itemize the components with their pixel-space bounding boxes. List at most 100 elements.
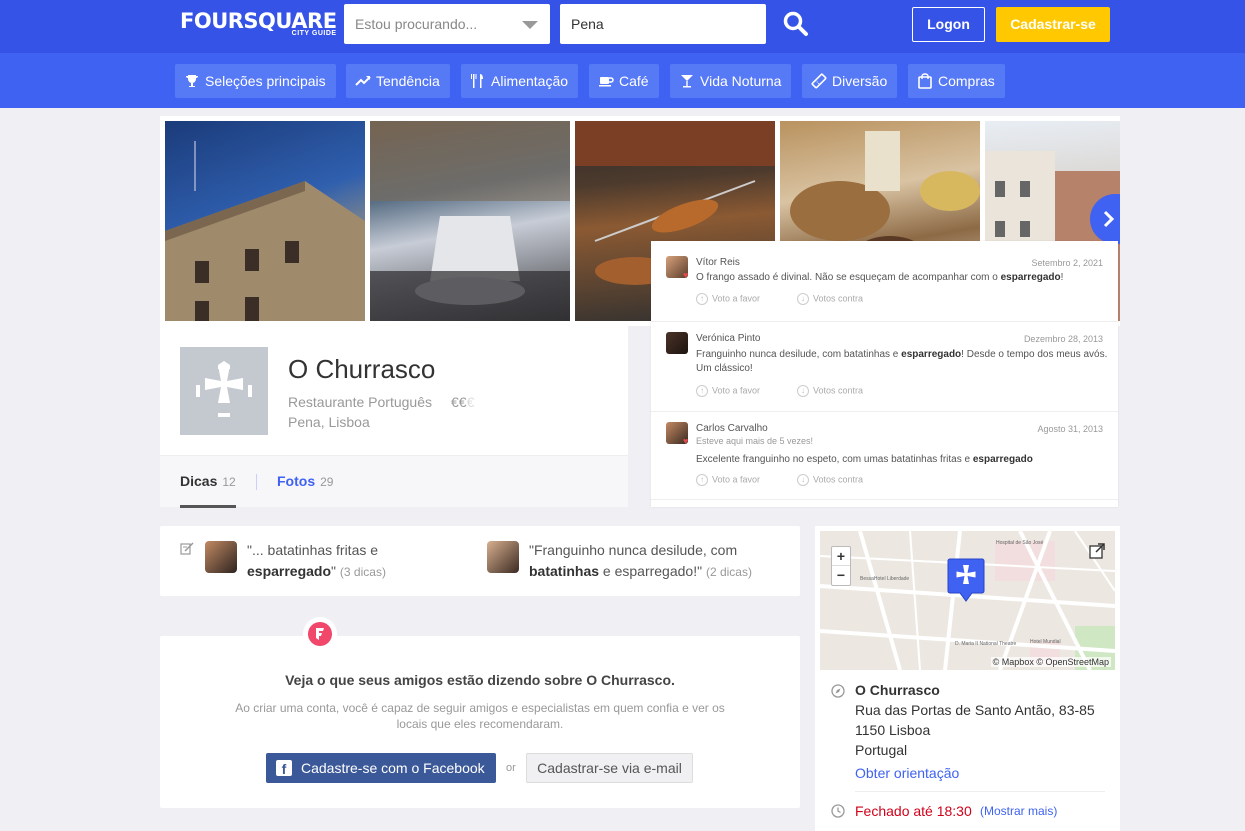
- tip-summary-item[interactable]: "Franguinho nunca desilude, com batatinh…: [529, 540, 779, 583]
- tip-text-highlight: esparregado: [972, 454, 1033, 465]
- tip-item: ♥ Vítor Reis Setembro 2, 2021 O frango a…: [651, 241, 1118, 322]
- tip-text: O frango assado é divinal. Não se esqueç…: [696, 271, 1108, 285]
- arrow-up-icon: ↑: [696, 293, 708, 305]
- facebook-signup-button[interactable]: f Cadastre-se com o Facebook: [266, 753, 496, 783]
- venue-photo[interactable]: [370, 121, 570, 321]
- tip-text-part: !: [1060, 272, 1064, 283]
- venue-header-card: O Churrasco Restaurante Português €€€ Pe…: [160, 326, 628, 508]
- shopping-bag-icon: [918, 73, 932, 89]
- downvote-button[interactable]: ↓ Votos contra: [797, 293, 863, 305]
- map-attribution[interactable]: © Mapbox © OpenStreetMap: [990, 657, 1111, 667]
- venue-location[interactable]: Pena, Lisboa: [288, 414, 370, 430]
- category-selecoes-principais[interactable]: Seleções principais: [175, 64, 336, 98]
- chevron-down-icon[interactable]: [522, 21, 538, 29]
- cta-title: Veja o que seus amigos estão dizendo sob…: [285, 672, 675, 688]
- tip-author[interactable]: Verónica Pinto: [696, 333, 761, 344]
- location-field[interactable]: [560, 4, 766, 44]
- downvote-label: Votos contra: [813, 385, 864, 396]
- category-alimentacao[interactable]: Alimentação: [461, 64, 579, 98]
- venue-category[interactable]: Restaurante Português: [288, 394, 432, 410]
- avatar[interactable]: [205, 541, 237, 573]
- login-button[interactable]: Logon: [912, 7, 985, 42]
- signup-button[interactable]: Cadastrar-se: [996, 7, 1110, 42]
- upvote-label: Voto a favor: [712, 293, 761, 304]
- edit-note-icon: [180, 542, 194, 555]
- tab-dicas[interactable]: Dicas 12: [180, 473, 236, 489]
- divider: [855, 791, 1105, 792]
- search-input[interactable]: [344, 4, 550, 44]
- summary-highlight: esparregado: [247, 563, 332, 579]
- category-cafe[interactable]: Café: [589, 64, 659, 98]
- arrow-down-icon: ↓: [797, 385, 809, 397]
- get-directions-link[interactable]: Obter orientação: [855, 765, 959, 781]
- category-tendencia[interactable]: Tendência: [346, 64, 450, 98]
- tip-item: ♥ Carlos Carvalho Esteve aqui mais de 5 …: [651, 412, 1118, 500]
- arrow-up-icon: ↑: [696, 474, 708, 486]
- address-country: Portugal: [855, 742, 908, 758]
- downvote-button[interactable]: ↓ Votos contra: [797, 474, 863, 486]
- tip-author[interactable]: Vítor Reis: [696, 257, 740, 268]
- tips-panel: ♥ Vítor Reis Setembro 2, 2021 O frango a…: [651, 241, 1118, 507]
- tab-divider: [256, 474, 257, 490]
- foursquare-swarm-icon: [308, 622, 332, 646]
- summary-count: (2 dicas): [705, 565, 752, 579]
- tab-label: Fotos: [277, 473, 316, 489]
- foursquare-logo[interactable]: FOURSQUARE CITY GUIDE: [180, 10, 337, 37]
- tab-count: 12: [222, 475, 236, 489]
- expand-map-icon[interactable]: [1089, 543, 1105, 559]
- category-label: Vida Noturna: [700, 73, 782, 89]
- venue-info-sidebar: Hospital de São José BessaHotel Liberdad…: [815, 526, 1120, 831]
- avatar[interactable]: [666, 332, 688, 354]
- venue-price: €€€: [451, 394, 474, 410]
- tip-text-highlight: esparregado: [901, 349, 962, 360]
- upvote-button[interactable]: ↑ Voto a favor: [696, 474, 760, 486]
- summary-text-part: e esparregado!": [599, 563, 703, 579]
- address-postal: 1150 Lisboa: [855, 722, 931, 738]
- location-input[interactable]: [560, 4, 766, 44]
- address-street: Rua das Portas de Santo Antão, 83-85: [855, 702, 1095, 718]
- upvote-label: Voto a favor: [712, 474, 761, 485]
- tip-text: Excelente franguinho no espeto, com umas…: [696, 453, 1108, 467]
- tip-author[interactable]: Carlos Carvalho: [696, 423, 768, 434]
- venue-name: O Churrasco: [288, 354, 436, 384]
- arrow-up-icon: ↑: [696, 385, 708, 397]
- category-label: Diversão: [832, 73, 888, 89]
- foursquare-badge: [303, 617, 337, 651]
- tip-summary-item[interactable]: "... batatinhas fritas e esparregado" (3…: [247, 540, 447, 583]
- heart-icon: ♥: [683, 436, 689, 446]
- avatar[interactable]: [487, 541, 519, 573]
- show-more-hours-link[interactable]: (Mostrar mais): [980, 804, 1057, 818]
- venue-map-pin-icon[interactable]: [946, 557, 986, 607]
- tab-label: Dicas: [180, 473, 218, 489]
- search-icon[interactable]: [782, 10, 810, 38]
- photos-next-button[interactable]: [1090, 194, 1120, 244]
- search-query-field[interactable]: [344, 4, 550, 44]
- price-active: €€: [451, 394, 467, 410]
- summary-text-part: "... batatinhas fritas e: [247, 542, 379, 558]
- category-vida-noturna[interactable]: Vida Noturna: [670, 64, 792, 98]
- category-diversao[interactable]: Diversão: [802, 64, 898, 98]
- category-nav: Seleções principais Tendência Alimentaçã…: [0, 53, 1245, 108]
- zoom-in-button[interactable]: +: [832, 547, 850, 566]
- summary-highlight: batatinhas: [529, 563, 600, 579]
- upvote-button[interactable]: ↑ Voto a favor: [696, 293, 760, 305]
- building-photo-illustration: [165, 141, 365, 321]
- upvote-button[interactable]: ↑ Voto a favor: [696, 385, 760, 397]
- venue-photo[interactable]: [165, 121, 365, 321]
- downvote-button[interactable]: ↓ Votos contra: [797, 385, 863, 397]
- category-label: Tendência: [376, 73, 440, 89]
- active-tab-indicator: [180, 505, 236, 508]
- logo-wordmark: FOURSQUARE: [180, 9, 337, 33]
- category-label: Compras: [938, 73, 995, 89]
- venue-map[interactable]: Hospital de São José BessaHotel Liberdad…: [820, 531, 1115, 670]
- zoom-out-button[interactable]: −: [832, 566, 850, 585]
- category-label: Alimentação: [491, 73, 569, 89]
- tab-fotos[interactable]: Fotos 29: [277, 473, 333, 489]
- category-compras[interactable]: Compras: [908, 64, 1005, 98]
- summary-text-part: "Franguinho nunca desilude, com: [529, 542, 738, 558]
- cross-emblem-icon: [196, 361, 252, 417]
- tip-author-subtitle: Esteve aqui mais de 5 vezes!: [696, 436, 814, 446]
- tip-date: Setembro 2, 2021: [1031, 258, 1103, 268]
- email-signup-button[interactable]: Cadastrar-se via e-mail: [526, 753, 693, 783]
- summary-text-part: ": [331, 563, 337, 579]
